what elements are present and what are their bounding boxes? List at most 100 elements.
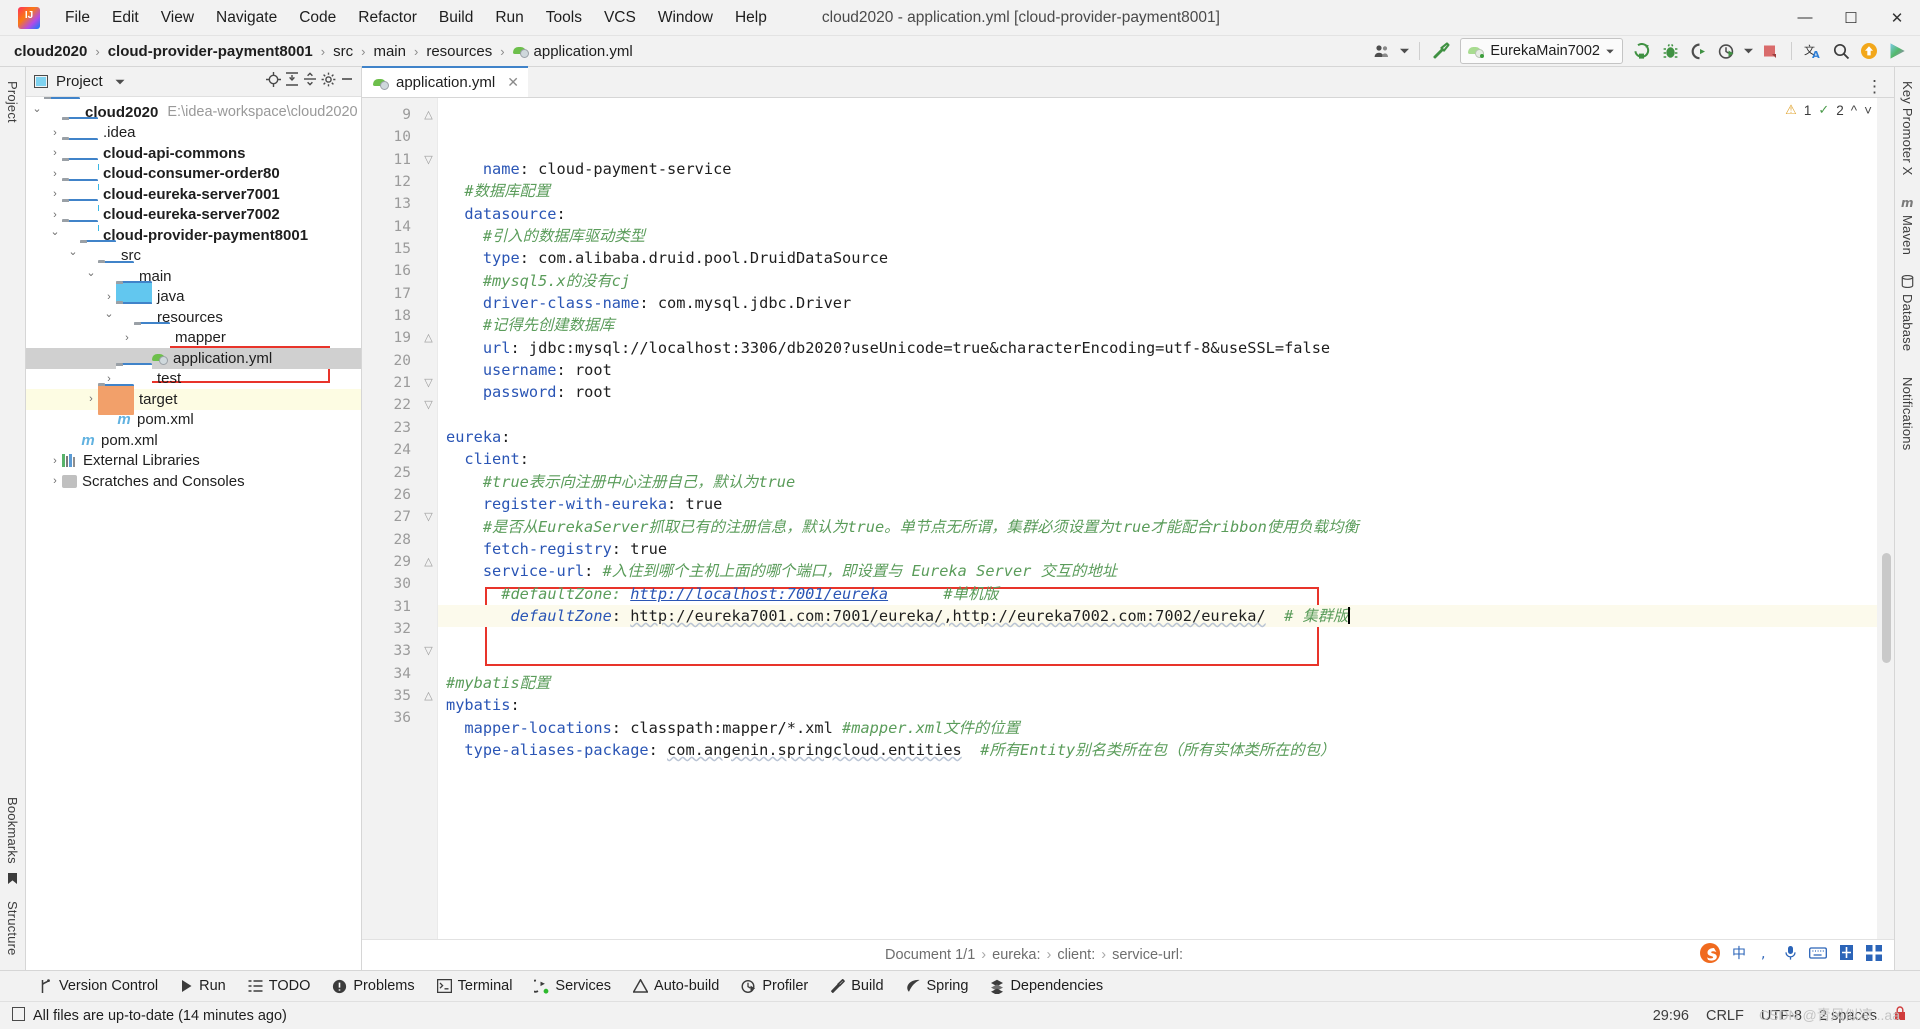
close-button[interactable]: ✕ [1874,0,1920,35]
doc-breadcrumb-item[interactable]: eureka: [989,947,1043,963]
user-group-icon[interactable] [1369,39,1395,63]
code-line[interactable]: password: root [438,381,1894,403]
inspection-summary[interactable]: ⚠ 1 ✓ 2 ^ ˅ [1785,102,1872,118]
tree-node-resources[interactable]: resources [26,301,361,334]
inspection-sidebar[interactable] [1877,98,1894,939]
fold-open-icon[interactable]: ▽ [420,149,437,171]
tree-node-scratches-and-consoles[interactable]: Scratches and Consoles [26,471,361,492]
apps-icon[interactable] [1866,944,1882,966]
chevron-right-icon[interactable] [48,209,62,221]
fold-open-icon[interactable]: ▽ [420,506,437,528]
code-line[interactable]: #记得先创建数据库 [438,314,1894,336]
profiler-icon[interactable] [1713,39,1739,63]
structure-tool-button[interactable]: Structure [5,895,20,962]
run-with-coverage-icon[interactable] [1685,39,1711,63]
menu-item-run[interactable]: Run [484,5,534,31]
key-promoter-tool-button[interactable]: Key Promoter X [1900,75,1915,182]
chevron-down-icon[interactable] [115,79,125,85]
chevron-down-icon[interactable] [84,270,98,283]
code-line[interactable] [438,650,1894,672]
code-line[interactable]: #true表示向注册中心注册自己，默认为true [438,471,1894,493]
code-folding-gutter[interactable]: △ ▽ △ ▽ ▽ ▽ △ ▽ △ [420,98,438,939]
minimize-button[interactable]: — [1782,0,1828,35]
code-line[interactable]: #数据库配置 [438,180,1894,202]
code-line[interactable]: register-with-eureka: true [438,493,1894,515]
maven-tool-button[interactable]: m Maven [1900,196,1915,261]
breadcrumb-item-4[interactable]: resources [422,41,496,62]
tree-node-test[interactable]: test [26,362,361,395]
chevron-right-icon[interactable] [48,455,62,467]
toolbox-icon[interactable] [1838,944,1855,966]
tool-window-run[interactable]: Run [169,975,237,997]
chevron-right-icon[interactable] [84,393,98,405]
code-line[interactable]: #引入的数据库驱动类型 [438,225,1894,247]
tool-window-build[interactable]: Build [819,975,894,997]
tree-node-target[interactable]: target [26,383,361,415]
fold-open-icon[interactable]: ▽ [420,640,437,662]
stop-icon[interactable] [1757,39,1783,63]
keyboard-icon[interactable] [1809,946,1827,965]
code-line[interactable]: fetch-registry: true [438,538,1894,560]
close-icon[interactable]: ✕ [507,74,519,91]
sogou-icon[interactable] [1699,942,1721,969]
mic-icon[interactable] [1783,944,1798,966]
doc-breadcrumb-item[interactable]: client: [1054,947,1098,963]
chevron-right-icon[interactable] [48,188,62,200]
menu-item-vcs[interactable]: VCS [593,5,647,31]
caret-position[interactable]: 29:96 [1653,1008,1689,1024]
code-line[interactable]: #defaultZone: http://localhost:7001/eure… [438,583,1894,605]
maximize-button[interactable]: ☐ [1828,0,1874,35]
breadcrumb[interactable]: cloud2020 › cloud-provider-payment8001 › src… [10,41,637,62]
code-line[interactable]: type: com.alibaba.druid.pool.DruidDataSo… [438,247,1894,269]
collapse-all-icon[interactable] [303,72,317,91]
hide-icon[interactable] [340,72,354,91]
menu-item-build[interactable]: Build [428,5,484,31]
project-tool-button[interactable]: Project [5,75,20,129]
tree-node-external-libraries[interactable]: External Libraries [26,451,361,472]
chevron-down-icon[interactable] [102,311,116,324]
tree-node-src[interactable]: src [26,239,361,272]
chevron-right-icon[interactable] [48,127,62,139]
code-line[interactable]: client: [438,448,1894,470]
fold-open-icon[interactable]: ▽ [420,372,437,394]
tree-node-mapper[interactable]: mapper [26,321,361,354]
code-line[interactable] [438,404,1894,426]
notifications-tool-button[interactable]: Notifications [1900,371,1915,456]
locate-icon[interactable] [266,71,281,92]
code-line[interactable] [438,627,1894,649]
breadcrumb-item-0[interactable]: cloud2020 [10,41,91,62]
settings-gear-icon[interactable] [321,72,336,92]
search-icon[interactable] [1828,39,1854,63]
play-green-icon[interactable] [1884,39,1910,63]
run-icon[interactable] [1629,39,1655,63]
editor-scrollbar-thumb[interactable] [1882,553,1891,663]
chevron-down-icon[interactable] [30,106,44,119]
fold-end-icon[interactable]: △ [420,104,437,126]
tool-window-profiler[interactable]: Profiler [730,975,819,997]
breadcrumb-item-5[interactable]: application.yml [509,41,637,62]
breadcrumb-item-1[interactable]: cloud-provider-payment8001 [104,41,317,62]
tree-node-pom-xml[interactable]: m pom.xml [26,410,361,431]
bookmarks-tool-button[interactable]: Bookmarks [5,791,20,886]
line-separator[interactable]: CRLF [1706,1008,1744,1024]
tool-window-version-control[interactable]: Version Control [28,975,169,997]
chinese-mode-icon[interactable]: 中 [1732,944,1749,966]
doc-breadcrumb-item[interactable]: service-url: [1109,947,1186,963]
menu-item-code[interactable]: Code [288,5,347,31]
fold-end-icon[interactable]: △ [420,327,437,349]
tab-application-yml[interactable]: application.yml ✕ [362,66,528,97]
tool-window-spring[interactable]: Spring [895,975,980,997]
expand-all-icon[interactable] [285,72,299,91]
code-line[interactable]: driver-class-name: com.mysql.jdbc.Driver [438,292,1894,314]
document-breadcrumb[interactable]: Document 1/1 › eureka: › client: › servi… [882,947,1186,963]
tool-window-services[interactable]: Services [523,975,622,997]
code-line[interactable]: eureka: [438,426,1894,448]
tree-node-application-yml[interactable]: application.yml [26,348,361,369]
breadcrumb-item-2[interactable]: src [329,41,357,62]
window-controls[interactable]: — ☐ ✕ [1782,0,1920,35]
run-configuration-selector[interactable]: EurekaMain7002 [1460,38,1623,64]
tool-window-bar[interactable]: Version Control Run TODO Problems Terminal Se… [0,970,1920,1001]
code-line[interactable]: #mysql5.x的没有cj [438,270,1894,292]
menu-item-navigate[interactable]: Navigate [205,5,288,31]
code-line[interactable]: datasource: [438,203,1894,225]
